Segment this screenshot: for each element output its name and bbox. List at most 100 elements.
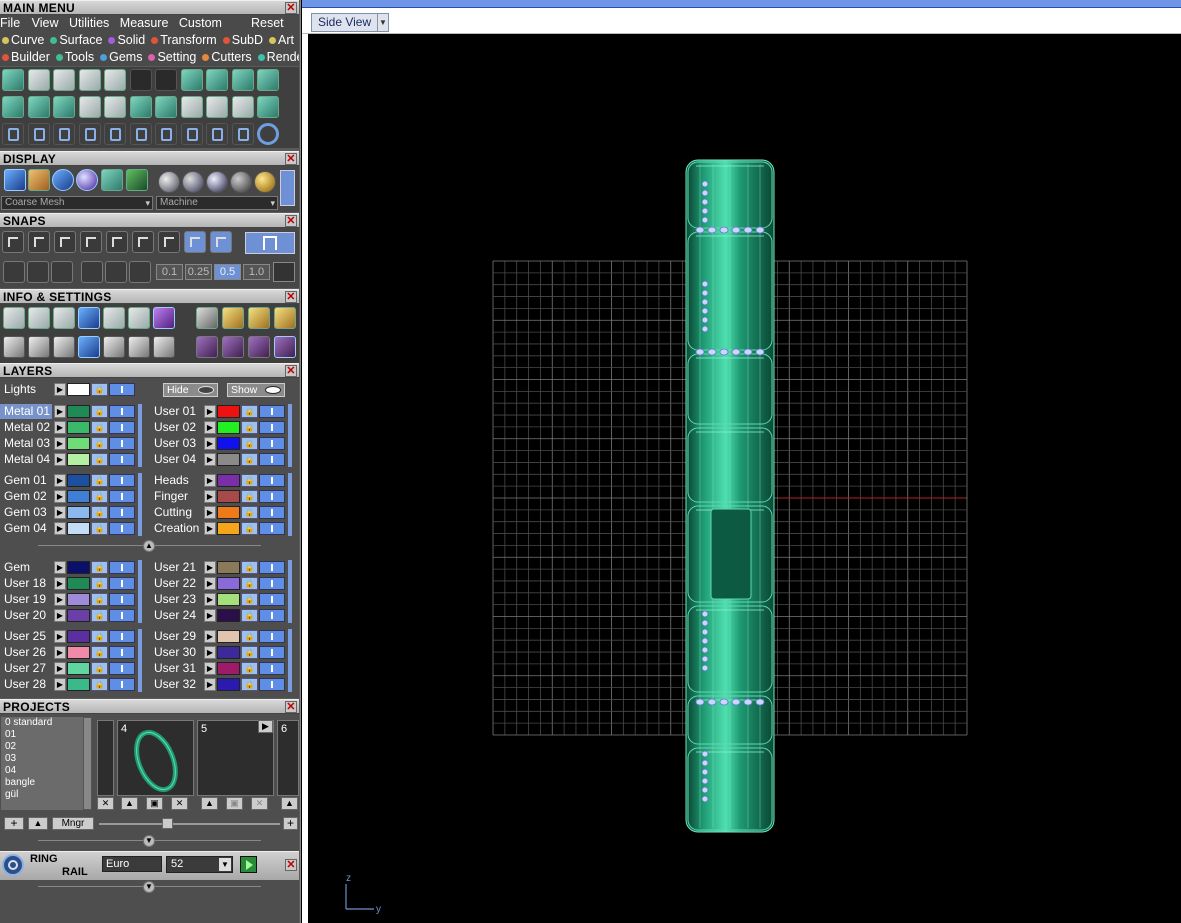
- layer-color[interactable]: [217, 453, 240, 466]
- snap-circle-icon[interactable]: [158, 231, 180, 253]
- sphere-render-icon[interactable]: [76, 169, 98, 191]
- project-list-item[interactable]: 0 standard: [5, 717, 83, 729]
- visibility-toggle[interactable]: [109, 437, 135, 450]
- menu-subd[interactable]: SubD: [221, 33, 265, 47]
- menu-cutters[interactable]: Cutters: [200, 50, 253, 64]
- grid-display-icon[interactable]: [126, 169, 148, 191]
- project-slot-6[interactable]: 6: [277, 720, 299, 796]
- layer-color[interactable]: [217, 437, 240, 450]
- visibility-toggle[interactable]: [109, 646, 135, 659]
- upload-icon[interactable]: ▲: [121, 797, 138, 810]
- filter-icon[interactable]: [103, 336, 125, 358]
- grid-icon[interactable]: [129, 96, 152, 118]
- zoom-icon[interactable]: [28, 307, 50, 329]
- play-icon[interactable]: ▶: [204, 453, 216, 466]
- settings-icon[interactable]: [3, 307, 25, 329]
- play-icon[interactable]: ▶: [258, 720, 273, 733]
- lock-icon[interactable]: 🔒: [91, 506, 108, 519]
- snap-grid-icon[interactable]: [273, 262, 295, 282]
- render-2-icon[interactable]: [222, 336, 244, 358]
- layer-color[interactable]: [67, 609, 90, 622]
- lock-icon[interactable]: 🔒: [91, 421, 108, 434]
- lock-icon[interactable]: 🔒: [241, 437, 258, 450]
- layer-color[interactable]: [67, 405, 90, 418]
- play-icon[interactable]: ▶: [204, 630, 216, 643]
- play-icon[interactable]: ▶: [204, 646, 216, 659]
- add-slot-button[interactable]: +: [283, 817, 298, 830]
- hide-button[interactable]: Hide: [163, 383, 218, 397]
- play-icon[interactable]: ▶: [54, 662, 66, 675]
- visibility-toggle[interactable]: [259, 630, 285, 643]
- ring-icon[interactable]: [257, 123, 279, 145]
- lock-icon[interactable]: 🔒: [241, 609, 258, 622]
- ribbon-icon[interactable]: [180, 69, 203, 91]
- visibility-toggle[interactable]: [259, 662, 285, 675]
- project-list[interactable]: 0 standard 01 02 03 04 bangle gül: [1, 717, 83, 810]
- layer-color[interactable]: [217, 561, 240, 574]
- lock-icon[interactable]: 🔒: [91, 522, 108, 535]
- play-icon[interactable]: ▶: [204, 474, 216, 487]
- pin-icon[interactable]: [28, 169, 50, 191]
- layer-color[interactable]: [67, 421, 90, 434]
- visibility-toggle[interactable]: [259, 609, 285, 622]
- play-icon[interactable]: ▶: [204, 577, 216, 590]
- visibility-toggle[interactable]: [109, 506, 135, 519]
- snap-value-0[interactable]: 0.1: [156, 264, 183, 280]
- snap-toggle-button[interactable]: [245, 232, 295, 254]
- layer-color[interactable]: [67, 453, 90, 466]
- document-icon[interactable]: [78, 96, 101, 118]
- material-gold-icon[interactable]: [254, 171, 276, 193]
- visibility-toggle[interactable]: [259, 421, 285, 434]
- move-down-icon[interactable]: [78, 69, 101, 91]
- visibility-toggle[interactable]: [259, 437, 285, 450]
- play-icon[interactable]: ▶: [204, 421, 216, 434]
- material-sphere-1-icon[interactable]: [158, 171, 180, 193]
- play-icon[interactable]: ▶: [204, 522, 216, 535]
- sweep-icon[interactable]: [104, 69, 126, 91]
- list-icon[interactable]: [153, 336, 175, 358]
- lock-icon[interactable]: 🔒: [91, 561, 108, 574]
- cube-wire-icon[interactable]: [53, 336, 75, 358]
- snap-value-1[interactable]: 0.25: [185, 264, 212, 280]
- play-icon[interactable]: ▶: [54, 383, 66, 396]
- menu-builder[interactable]: Builder: [0, 50, 52, 64]
- snap-value-2[interactable]: 0.5: [214, 264, 241, 280]
- visibility-toggle[interactable]: [109, 405, 135, 418]
- menu-surface[interactable]: Surface: [48, 33, 104, 47]
- collapse-up-icon[interactable]: ▲: [143, 540, 155, 552]
- menu-gems[interactable]: Gems: [98, 50, 144, 64]
- lock-icon[interactable]: 🔒: [241, 678, 258, 691]
- play-icon[interactable]: ▶: [54, 490, 66, 503]
- menu-tools[interactable]: Tools: [54, 50, 96, 64]
- material-sphere-2-icon[interactable]: [182, 171, 204, 193]
- close-icon[interactable]: ✕: [285, 215, 297, 227]
- lock-icon[interactable]: 🔒: [91, 609, 108, 622]
- play-icon[interactable]: ▶: [54, 609, 66, 622]
- lock-icon[interactable]: 🔒: [91, 405, 108, 418]
- project-slot-4[interactable]: 4: [117, 720, 194, 796]
- rotate-page-icon[interactable]: [129, 123, 152, 145]
- scatter-icon[interactable]: [128, 336, 150, 358]
- arc-icon[interactable]: [27, 123, 50, 145]
- logo-icon[interactable]: [104, 96, 126, 118]
- render-4-icon[interactable]: [274, 336, 296, 358]
- upload-icon[interactable]: ▲: [281, 797, 298, 810]
- snap-center-icon[interactable]: [132, 231, 154, 253]
- layer-color[interactable]: [67, 593, 90, 606]
- thumbnail-size-slider[interactable]: [99, 823, 280, 825]
- pipe-icon[interactable]: [53, 96, 75, 118]
- 3d-viewport[interactable]: z y: [308, 34, 1181, 923]
- layer-color[interactable]: [67, 474, 90, 487]
- visibility-toggle[interactable]: [109, 490, 135, 503]
- cut-icon[interactable]: [231, 123, 254, 145]
- play-icon[interactable]: ▶: [204, 490, 216, 503]
- layer-color[interactable]: [67, 490, 90, 503]
- bangle-model[interactable]: [685, 159, 775, 833]
- layer-color[interactable]: [67, 646, 90, 659]
- lock-icon[interactable]: 🔒: [241, 593, 258, 606]
- manager-button[interactable]: Mngr: [52, 817, 94, 830]
- sphere-shaded-icon[interactable]: [52, 169, 74, 191]
- layer-color[interactable]: [217, 662, 240, 675]
- sphere-icon[interactable]: [257, 69, 279, 91]
- play-icon[interactable]: ▶: [54, 405, 66, 418]
